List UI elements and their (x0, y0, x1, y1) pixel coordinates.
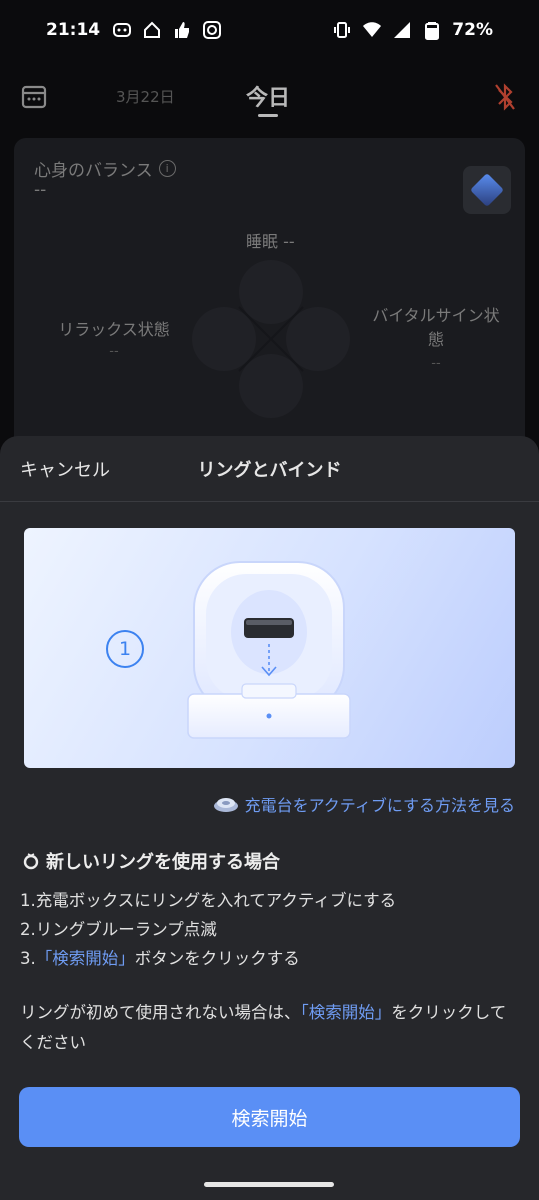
prev-date-tab[interactable]: 3月22日 (116, 86, 175, 107)
app-icon-2 (203, 21, 222, 39)
balance-card[interactable]: 心身のバランス i -- 睡眠 -- リラックス状態 -- バイタルサイン状 態… (14, 138, 525, 468)
home-indicator[interactable] (204, 1182, 334, 1187)
today-underline (258, 114, 278, 117)
new-ring-heading-text: 新しいリングを使用する場合 (46, 852, 280, 873)
status-right: 72% (332, 20, 493, 40)
thumbs-up-icon (175, 22, 190, 38)
background-content: 3月22日 今日 心身のバランス i -- 睡眠 -- リラックス状態 -- バ… (0, 60, 539, 468)
note-prefix: リングが初めて使用されない場合は、 (20, 1003, 301, 1022)
battery-icon (425, 22, 440, 40)
info-icon[interactable]: i (158, 160, 176, 177)
instruction-steps: 1.充電ボックスにリングを入れてアクティブにする 2.リングブルーランプ点滅 3… (20, 886, 396, 973)
calendar-icon[interactable] (20, 82, 48, 110)
note-highlight: 「検索開始」 (300, 1003, 392, 1022)
activate-link-text: 充電台をアクティブにする方法を見る (244, 796, 515, 815)
charger-ring-image (187, 561, 351, 739)
vital-label: バイタルサイン状 態 -- (366, 304, 506, 376)
today-tab[interactable]: 今日 (246, 80, 290, 112)
status-bar: 21:14 72% (0, 0, 539, 60)
step-3: 3.「検索開始」ボタンをクリックする (20, 944, 396, 973)
charger-icon (213, 798, 238, 812)
relax-label: リラックス状態 -- (54, 316, 174, 359)
new-ring-heading: 新しいリングを使用する場合 (22, 848, 280, 874)
relax-value: -- (109, 344, 119, 359)
step-2: 2.リングブルーランプ点滅 (20, 920, 217, 939)
step-3-suffix: ボタンをクリックする (134, 949, 300, 968)
notification-icons (112, 20, 222, 40)
step-number-badge: 1 (106, 630, 144, 668)
reuse-note: リングが初めて使用されない場合は、「検索開始」をクリックしてください (20, 998, 520, 1058)
home-icon (144, 21, 161, 38)
ring-icon (23, 853, 39, 870)
bluetooth-off-icon[interactable] (493, 82, 517, 112)
step-3-highlight: 「検索開始」 (35, 949, 135, 968)
activate-charger-link[interactable]: 充電台をアクティブにする方法を見る (213, 792, 515, 816)
cell-signal-icon (394, 22, 411, 38)
date-header: 3月22日 今日 (0, 60, 539, 140)
diamond-badge[interactable] (463, 166, 511, 214)
sheet-header: キャンセル リングとバインド (0, 436, 539, 502)
bind-ring-sheet: キャンセル リングとバインド 1 充電台をアクティブにする方法を見る 新しいリン… (0, 436, 539, 1200)
step-1: 1.充電ボックスにリングを入れてアクティブにする (20, 891, 397, 910)
wifi-icon (363, 22, 382, 37)
battery-level: 72% (452, 20, 493, 40)
app-icon (113, 23, 132, 37)
start-search-button[interactable]: 検索開始 (19, 1087, 520, 1147)
charger-illustration: 1 (24, 528, 515, 768)
relax-label-text: リラックス状態 (58, 320, 170, 339)
vital-label-line1: バイタルサイン状 (372, 306, 500, 325)
balance-title: 心身のバランス i (34, 156, 176, 181)
sleep-label: 睡眠 -- (246, 232, 295, 251)
balance-title-text: 心身のバランス (34, 161, 153, 181)
vital-label-line2: 態 (427, 330, 444, 349)
status-time: 21:14 (46, 20, 101, 40)
vital-value: -- (431, 356, 441, 371)
sheet-title: リングとバインド (197, 460, 342, 481)
diamond-icon (470, 173, 504, 207)
vibrate-icon (334, 22, 351, 38)
balance-value: -- (34, 180, 47, 200)
step-3-prefix: 3. (20, 949, 36, 968)
balance-clover-graphic (192, 260, 350, 418)
